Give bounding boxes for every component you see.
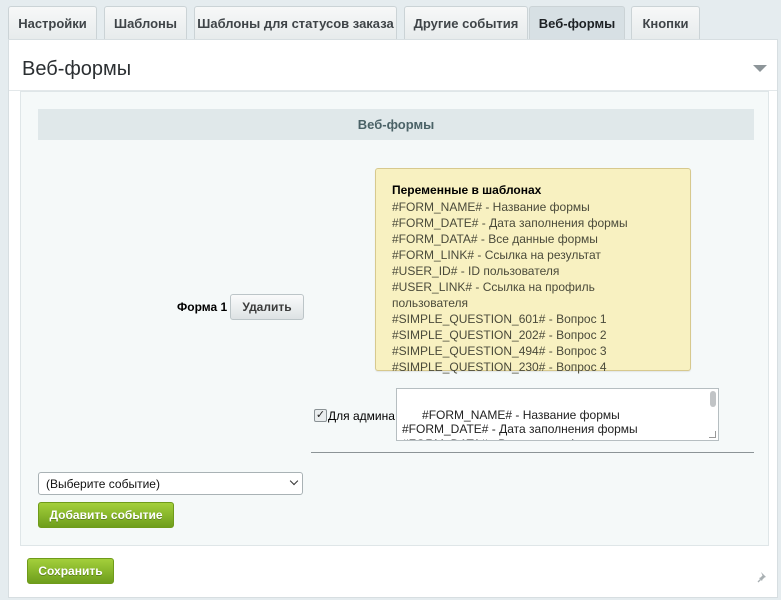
delete-button[interactable]: Удалить xyxy=(230,294,304,320)
tab-templates[interactable]: Шаблоны xyxy=(104,6,187,39)
tab-order-status-templates[interactable]: Шаблоны для статусов заказа xyxy=(194,6,397,39)
hint-line: #SIMPLE_QUESTION_230# - Вопрос 4 xyxy=(392,360,607,374)
hint-line: #SIMPLE_QUESTION_601# - Вопрос 1 xyxy=(392,312,607,326)
form-label: Форма 1 xyxy=(177,300,228,314)
section-header: Веб-формы xyxy=(38,109,754,140)
hint-line: #SIMPLE_QUESTION_494# - Вопрос 3 xyxy=(392,344,607,358)
textarea-scrollbar[interactable] xyxy=(710,391,716,407)
resize-grip[interactable] xyxy=(709,431,716,438)
chevron-down-icon xyxy=(289,476,299,486)
tab-settings[interactable]: Настройки xyxy=(8,6,97,39)
event-select-value: (Выберите событие) xyxy=(46,477,160,491)
admin-template-textarea[interactable]: #FORM_NAME# - Название формы #FORM_DATE#… xyxy=(396,388,719,441)
divider xyxy=(311,452,754,453)
hint-line: #FORM_DATE# - Дата заполнения формы xyxy=(392,216,628,230)
tab-buttons[interactable]: Кнопки xyxy=(631,6,700,39)
hint-line: #USER_LINK# - Ссылка на профиль пользова… xyxy=(392,280,595,310)
hint-title: Переменные в шаблонах xyxy=(392,183,542,197)
hint-line: #USER_ID# - ID пользователя xyxy=(392,264,560,278)
add-event-button[interactable]: Добавить событие xyxy=(38,502,174,528)
page-title: Веб-формы xyxy=(22,58,132,80)
hint-line: #FORM_DATA# - Все данные формы xyxy=(392,232,598,246)
settings-panel: Веб-формы Веб-формы Переменные в шаблона… xyxy=(8,39,778,598)
admin-checkbox[interactable]: ✓ xyxy=(314,409,327,422)
event-select[interactable]: (Выберите событие) xyxy=(38,472,303,495)
tab-other-events[interactable]: Другие события xyxy=(404,6,528,39)
hint-line: #FORM_NAME# - Название формы xyxy=(392,200,590,214)
chevron-down-icon[interactable] xyxy=(753,65,767,72)
hint-line: #SIMPLE_QUESTION_202# - Вопрос 2 xyxy=(392,328,607,342)
check-icon: ✓ xyxy=(315,409,326,421)
hint-line: #FORM_LINK# - Ссылка на результат xyxy=(392,248,601,262)
pin-icon[interactable] xyxy=(757,571,769,583)
variables-hint: Переменные в шаблонах #FORM_NAME# - Назв… xyxy=(375,168,691,374)
save-button[interactable]: Сохранить xyxy=(27,558,114,584)
admin-checkbox-label[interactable]: Для админа xyxy=(328,409,395,423)
admin-template-text: #FORM_NAME# - Название формы #FORM_DATE#… xyxy=(402,407,638,441)
web-forms-section: Веб-формы Переменные в шаблонах #FORM_NA… xyxy=(20,91,769,546)
tab-web-forms[interactable]: Веб-формы xyxy=(529,6,625,39)
